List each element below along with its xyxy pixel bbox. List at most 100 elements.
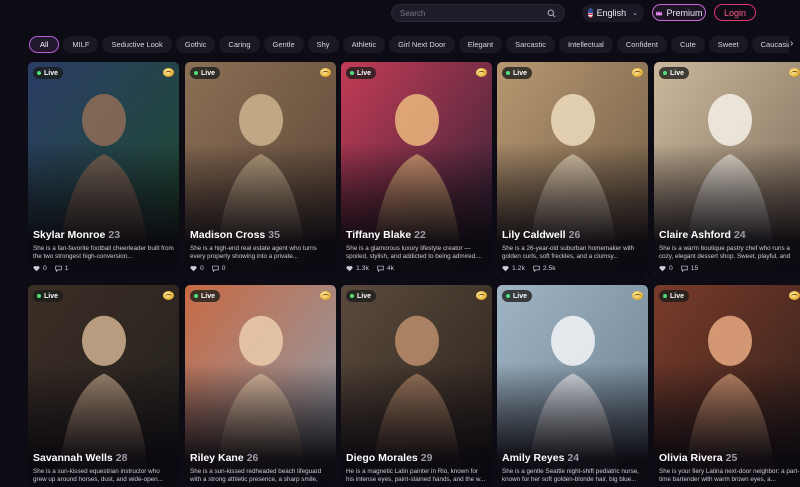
character-card[interactable]: Live Amily Reyes 24 She is a gentle Seattle… [497, 285, 648, 487]
chevron-down-icon: ⌄ [632, 10, 638, 17]
character-card[interactable]: Live Diego Morales 29 He is a magnetic Lati… [341, 285, 492, 487]
name-text: Lily Caldwell [502, 229, 566, 241]
filter-chip-confident[interactable]: Confident [616, 36, 667, 53]
gold-coin-icon [789, 68, 800, 77]
character-description: She is your fiery Latina next-door neigh… [659, 468, 800, 484]
filter-chip-athletic[interactable]: Athletic [342, 36, 386, 53]
filter-chip-sarcastic[interactable]: Sarcastic [506, 36, 555, 53]
age-text: 35 [268, 229, 280, 241]
heart-icon [659, 266, 666, 272]
live-badge: Live [659, 67, 690, 79]
name-text: Diego Morales [346, 452, 418, 464]
like-stat[interactable]: 1.3k [346, 265, 369, 272]
like-stat[interactable]: 0 [33, 265, 47, 272]
comment-stat[interactable]: 2.5k [533, 265, 556, 272]
comment-stat[interactable]: 15 [681, 265, 698, 272]
filter-chip-elegant[interactable]: Elegant [458, 36, 503, 53]
like-stat[interactable]: 0 [659, 265, 673, 272]
chevron-right-icon[interactable]: › [790, 38, 793, 49]
live-badge: Live [502, 67, 533, 79]
live-badge: Live [502, 290, 533, 302]
card-info: Madison Cross 35 She is a high-end real es… [190, 229, 331, 272]
character-card[interactable]: Live Riley Kane 26 She is a sun-kissed redh… [185, 285, 336, 487]
card-info: Skylar Monroe 23 She is a fan-favorite foo… [33, 229, 174, 272]
login-button[interactable]: Login [714, 4, 756, 21]
name-text: Amily Reyes [502, 452, 565, 464]
card-info: Amily Reyes 24 She is a gentle Seattle nig… [502, 452, 643, 485]
live-dot-icon [194, 294, 198, 298]
live-label: Live [357, 69, 372, 77]
gold-coin-icon [632, 68, 643, 77]
filter-chip-seductive-look[interactable]: Seductive Look [102, 36, 172, 53]
age-text: 23 [108, 229, 121, 241]
gold-coin-icon [476, 68, 487, 77]
character-card[interactable]: Live Olivia Rivera 25 She is your fiery Lat… [654, 285, 800, 487]
name-text: Tiffany Blake [346, 229, 412, 241]
age-text: 25 [725, 452, 738, 464]
filter-chip-gentle[interactable]: Gentle [263, 36, 304, 53]
filter-chip-sweet[interactable]: Sweet [708, 36, 748, 53]
filter-chip-caring[interactable]: Caring [219, 36, 260, 53]
name-text: Riley Kane [190, 452, 244, 464]
card-info: Olivia Rivera 25 She is your fiery Latina … [659, 452, 800, 485]
card-info: Diego Morales 29 He is a magnetic Latin pa… [346, 452, 487, 485]
character-name: Diego Morales 29 [346, 452, 487, 464]
live-label: Live [357, 292, 372, 300]
character-card[interactable]: Live Tiffany Blake 22 She is a glamorous lu… [341, 62, 492, 276]
age-text: 29 [420, 452, 433, 464]
character-name: Olivia Rivera 25 [659, 452, 800, 464]
card-info: Savannah Wells 28 She is a sun-kissed eque… [33, 452, 174, 485]
live-dot-icon [506, 71, 510, 75]
age-text: 26 [246, 452, 259, 464]
live-badge: Live [346, 67, 377, 79]
filter-chip-shy[interactable]: Shy [307, 36, 339, 53]
like-stat[interactable]: 1.2k [502, 265, 525, 272]
filter-chip-intellectual[interactable]: Intellectual [558, 36, 613, 53]
gold-coin-icon [320, 68, 331, 77]
like-count: 1.2k [512, 265, 525, 272]
live-dot-icon [194, 71, 198, 75]
live-dot-icon [37, 71, 41, 75]
premium-button[interactable]: Premium [652, 4, 706, 21]
live-label: Live [670, 292, 685, 300]
character-card[interactable]: Live Claire Ashford 24 She is a warm boutiq… [654, 62, 800, 276]
comment-stat[interactable]: 1 [55, 265, 69, 272]
filter-chip-caucasian[interactable]: Caucasian [751, 36, 789, 53]
comment-stat[interactable]: 4k [377, 265, 394, 272]
card-stats: 1.3k 4k [346, 265, 487, 272]
card-info: Riley Kane 26 She is a sun-kissed redheade… [190, 452, 331, 485]
search-bar[interactable] [391, 4, 565, 22]
card-stats: 1.2k 2.5k [502, 265, 643, 272]
like-count: 0 [43, 265, 47, 272]
search-input[interactable] [400, 8, 547, 18]
character-card[interactable]: Live Savannah Wells 28 She is a sun-kissed … [28, 285, 179, 487]
comment-count: 0 [221, 265, 226, 272]
filter-chip-cute[interactable]: Cute [670, 36, 705, 53]
live-badge: Live [190, 67, 221, 79]
character-card[interactable]: Live Madison Cross 35 She is a high-end rea… [185, 62, 336, 276]
age-text: 22 [414, 229, 426, 241]
card-stats: 00 [190, 265, 331, 272]
name-text: Olivia Rivera [659, 452, 723, 464]
search-icon[interactable] [547, 9, 556, 18]
character-card[interactable]: Live Skylar Monroe 23 She is a fan-favorite… [28, 62, 179, 276]
language-selector[interactable]: English ⌄ [582, 4, 644, 22]
gold-coin-icon [789, 291, 800, 300]
like-count: 1.3k [356, 265, 369, 272]
filter-chip-milf[interactable]: MILF [63, 36, 99, 53]
filter-chip-gothic[interactable]: Gothic [175, 36, 216, 53]
gold-coin-icon [320, 291, 331, 300]
gold-coin-icon [163, 291, 174, 300]
filter-chip-all[interactable]: All [29, 36, 60, 53]
live-dot-icon [506, 294, 510, 298]
comment-stat[interactable]: 0 [212, 265, 226, 272]
character-card[interactable]: Live Lily Caldwell 26 She is a 26-year-old … [497, 62, 648, 276]
filter-chip-girl-next-door[interactable]: Girl Next Door [389, 36, 455, 53]
live-dot-icon [37, 294, 41, 298]
like-stat[interactable]: 0 [190, 265, 204, 272]
character-description: She is a warm boutique pastry chef who r… [659, 245, 791, 262]
character-name: Riley Kane 26 [190, 452, 331, 464]
live-label: Live [513, 69, 528, 77]
character-description: She is a sun-kissed equestrian instructo… [33, 468, 163, 484]
premium-label: Premium [666, 7, 703, 18]
